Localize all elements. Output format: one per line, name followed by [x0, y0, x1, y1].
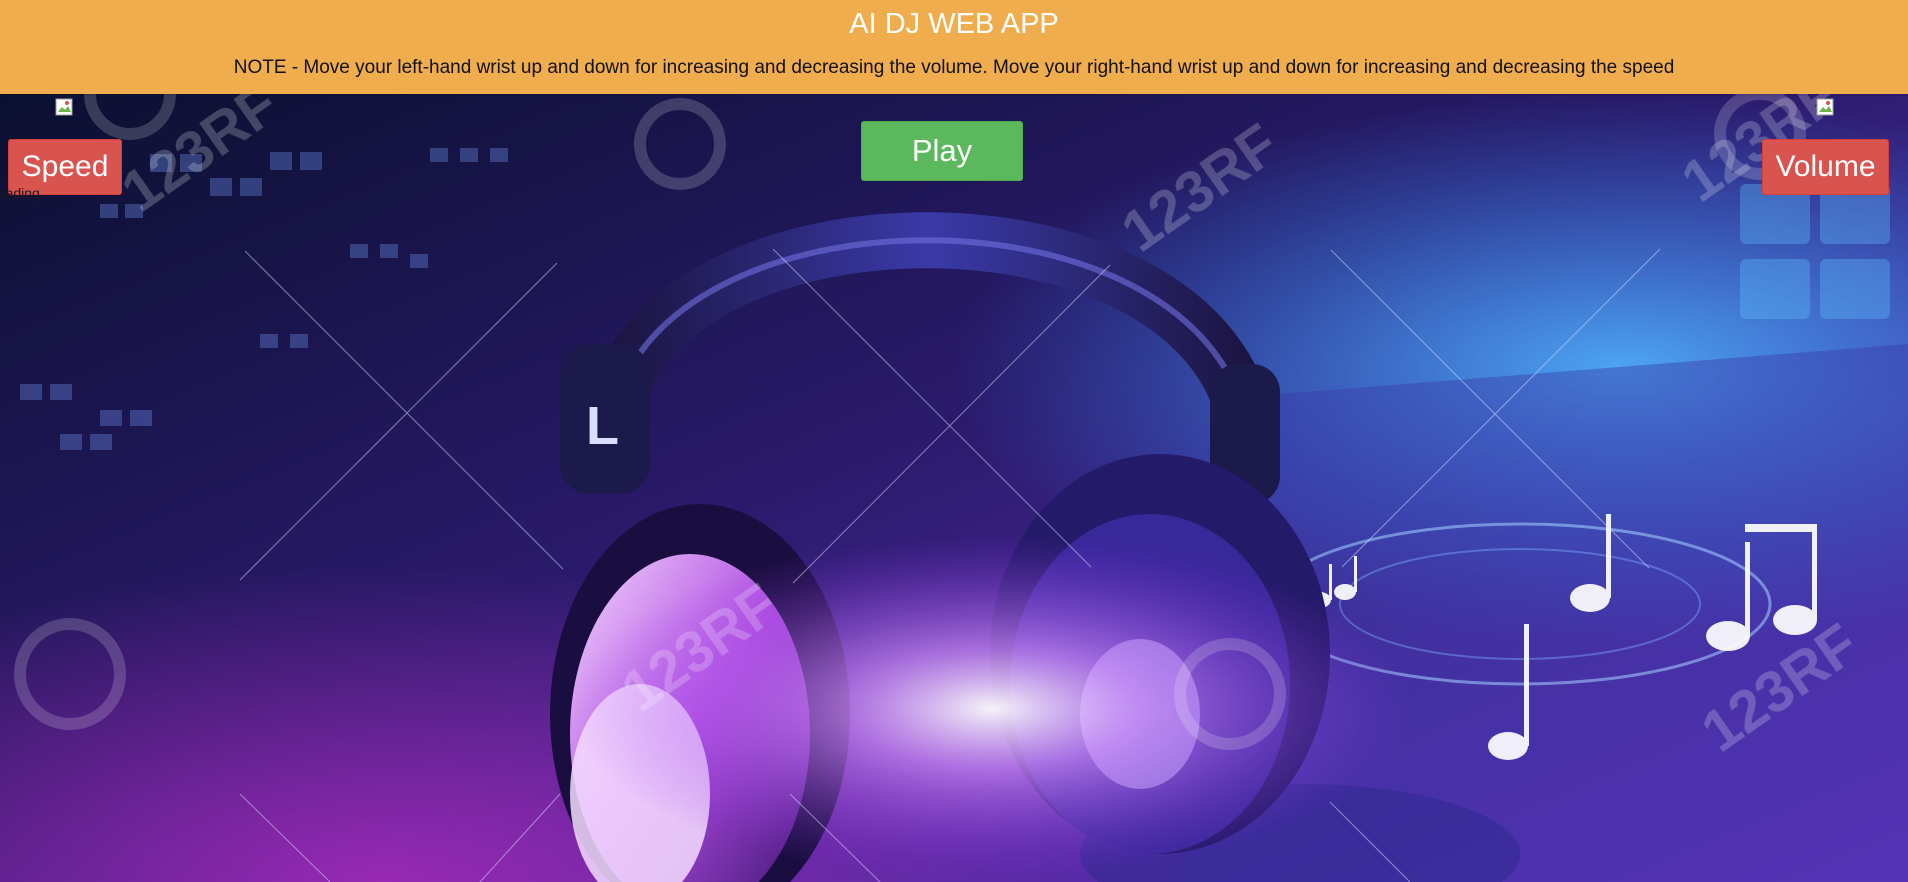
loading-status: Loading: [0, 185, 40, 201]
instruction-note: NOTE - Move your left-hand wrist up and …: [233, 57, 1675, 78]
volume-button[interactable]: Volume: [1762, 139, 1889, 195]
app-title: AI DJ WEB APP: [849, 8, 1059, 40]
dj-background-image: L 123RF 123RF 123RF: [0, 94, 1908, 882]
top-banner: AI DJ WEB APP NOTE - Move your left-hand…: [0, 0, 1908, 94]
broken-image-icon: [1816, 98, 1834, 116]
play-button[interactable]: Play: [861, 121, 1023, 181]
broken-image-icon: [55, 98, 73, 116]
